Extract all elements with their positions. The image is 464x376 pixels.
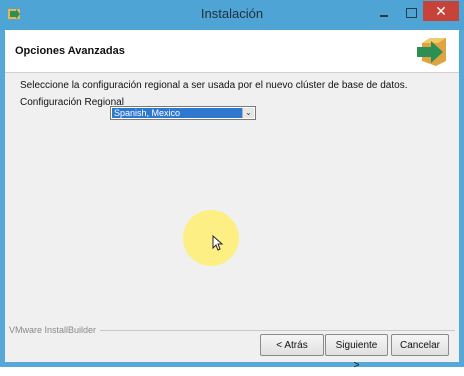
instruction-text: Seleccione la configuración regional a s…: [20, 80, 408, 91]
locale-select[interactable]: Spanish, Mexico ⌄: [110, 106, 256, 120]
window-title: Instalación: [200, 6, 264, 21]
minimize-button[interactable]: [375, 6, 393, 20]
locale-selected-value: Spanish, Mexico: [112, 108, 242, 118]
close-button[interactable]: ✕: [423, 1, 459, 21]
window-client: Opciones Avanzadas Seleccione la configu…: [5, 30, 459, 371]
next-button[interactable]: Siguiente >: [325, 334, 388, 371]
cursor-highlight: [183, 210, 239, 266]
installer-window: Instalación ✕ Opciones Avanzadas Selecci…: [0, 0, 464, 371]
mouse-pointer-icon: [212, 235, 224, 251]
vendor-label: VMware InstallBuilder: [9, 325, 97, 335]
installer-arrow-icon: [417, 38, 446, 66]
page-title: Opciones Avanzadas: [15, 45, 125, 57]
maximize-button[interactable]: [402, 6, 420, 20]
footer-divider: [100, 330, 455, 331]
back-button[interactable]: < Atrás: [260, 334, 324, 356]
page-header: Opciones Avanzadas: [5, 30, 459, 72]
cancel-button[interactable]: Cancelar: [391, 334, 449, 356]
locale-label: Configuración Regional: [20, 97, 124, 108]
chevron-down-icon[interactable]: ⌄: [242, 108, 254, 118]
title-bar[interactable]: Instalación ✕: [0, 0, 464, 30]
